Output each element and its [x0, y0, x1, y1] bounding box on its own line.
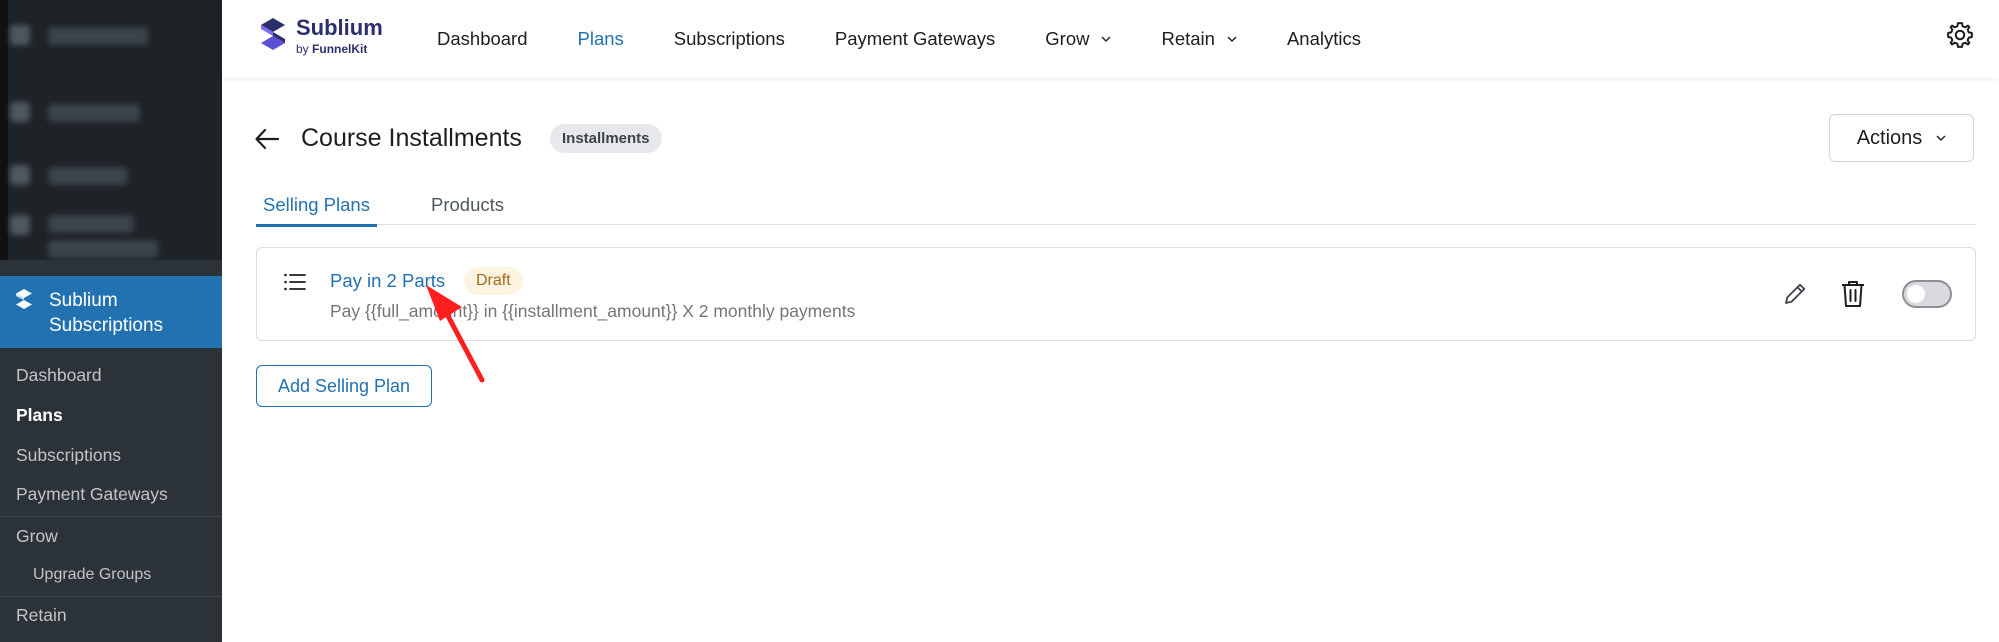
sidebar-item-subscriptions[interactable]: Subscriptions [16, 445, 121, 466]
nav-analytics[interactable]: Analytics [1287, 28, 1361, 50]
plan-enabled-toggle[interactable] [1902, 280, 1952, 308]
sidebar-divider [0, 596, 222, 597]
nav-dashboard[interactable]: Dashboard [437, 28, 528, 50]
nav-plans[interactable]: Plans [578, 28, 624, 50]
main-nav: Dashboard Plans Subscriptions Payment Ga… [437, 0, 1411, 78]
chevron-down-icon [1936, 135, 1946, 141]
blurred-menu-item [48, 104, 140, 122]
sidebar-scrollbar [0, 0, 8, 260]
nav-retain[interactable]: Retain [1161, 28, 1237, 50]
blurred-menu-item [48, 167, 128, 185]
chevron-down-icon [1101, 36, 1111, 42]
list-drag-handle-icon[interactable] [283, 272, 307, 292]
sidebar-item-retain[interactable]: Retain [16, 605, 67, 626]
sublium-brand-icon [261, 18, 285, 50]
sidebar-divider [0, 516, 222, 517]
actions-label: Actions [1856, 126, 1923, 149]
blurred-menu-icon [10, 215, 30, 235]
sidebar-item-dashboard[interactable]: Dashboard [16, 365, 102, 386]
chevron-down-icon [1227, 36, 1237, 42]
sidebar-item-upgrade-groups[interactable]: Upgrade Groups [33, 566, 151, 584]
sublium-logo-icon [16, 289, 32, 309]
plan-description: Pay {{full_amount}} in {{installment_amo… [330, 301, 856, 321]
gear-icon[interactable] [1945, 20, 1975, 50]
blurred-menu-region [0, 0, 222, 260]
tab-bar: Selling Plans Products [256, 194, 1976, 227]
tab-products[interactable]: Products [424, 194, 511, 224]
blurred-menu-item [48, 240, 158, 258]
actions-dropdown-button[interactable]: Actions [1829, 114, 1974, 162]
brand-byline: by FunnelKit [296, 42, 367, 56]
sidebar-item-plans[interactable]: Plans [16, 405, 63, 426]
selling-plan-card: Pay in 2 Parts Draft Pay {{full_amount}}… [256, 247, 1976, 341]
nav-dashboard-label: Dashboard [437, 28, 528, 49]
blurred-menu-icon [10, 25, 30, 45]
blurred-menu-item [48, 215, 134, 233]
nav-payment-gateways[interactable]: Payment Gateways [835, 28, 995, 50]
nav-analytics-label: Analytics [1286, 28, 1361, 49]
tab-selling-plans[interactable]: Selling Plans [256, 194, 377, 227]
brand-name: Sublium [296, 15, 383, 40]
plan-type-badge: Installments [550, 124, 662, 153]
nav-grow-label: Grow [1045, 28, 1090, 49]
brand-company: FunnelKit [312, 42, 368, 56]
wp-admin-sidebar: Sublium Subscriptions Dashboard Plans Su… [0, 0, 222, 642]
top-navigation-bar: Sublium by FunnelKit Dashboard Plans Sub… [222, 0, 1999, 78]
blurred-menu-icon [10, 165, 30, 185]
nav-subscriptions-label: Subscriptions [673, 28, 785, 49]
blurred-menu-item [48, 27, 148, 45]
pencil-icon[interactable] [1782, 281, 1808, 307]
nav-payment-gateways-label: Payment Gateways [834, 28, 996, 49]
blurred-menu-icon [10, 102, 30, 122]
brand-by-prefix: by [296, 42, 309, 56]
toggle-knob [1907, 285, 1925, 303]
sidebar-item-grow[interactable]: Grow [16, 526, 58, 547]
sidebar-item-payment-gateways[interactable]: Payment Gateways [16, 484, 168, 505]
add-selling-plan-button[interactable]: Add Selling Plan [256, 365, 432, 407]
nav-plans-label: Plans [577, 28, 624, 49]
annotation-arrow-icon [426, 285, 485, 383]
nav-retain-label: Retain [1161, 28, 1215, 49]
back-arrow-icon[interactable] [254, 126, 280, 152]
page-title: Course Installments [301, 124, 522, 152]
nav-grow[interactable]: Grow [1045, 28, 1111, 50]
nav-subscriptions[interactable]: Subscriptions [674, 28, 785, 50]
trash-icon[interactable] [1840, 279, 1866, 309]
sidebar-menu-sublium[interactable]: Sublium Subscriptions [0, 276, 222, 348]
sidebar-active-label: Sublium Subscriptions [49, 290, 164, 336]
